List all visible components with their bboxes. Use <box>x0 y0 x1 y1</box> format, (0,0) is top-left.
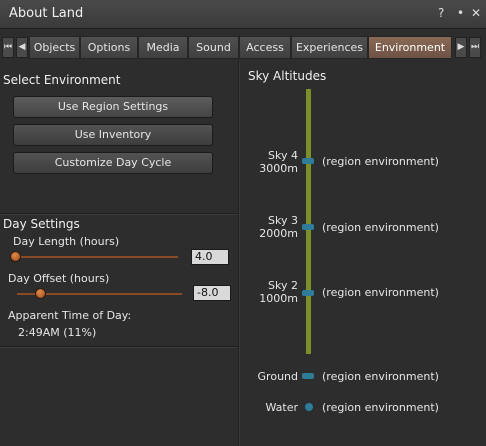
customize-day-cycle-button[interactable]: Customize Day Cycle <box>13 152 213 174</box>
tab-bar: ⏮ ◀ Objects Options Media Sound Access E… <box>0 35 486 60</box>
tab-environment[interactable]: Environment <box>368 36 452 59</box>
select-environment-title: Select Environment <box>3 73 121 87</box>
ground-marker[interactable] <box>302 373 314 379</box>
water-name: Water <box>265 401 298 414</box>
panel-vertical-divider <box>238 62 240 446</box>
sky3-altitude: 2000m <box>259 227 298 240</box>
tab-access[interactable]: Access <box>239 36 291 59</box>
apparent-time-label: Apparent Time of Day: <box>8 309 132 322</box>
tab-options[interactable]: Options <box>80 36 138 59</box>
sky4-environment: (region environment) <box>322 155 439 168</box>
environment-panel: Select Environment Use Region Settings U… <box>0 62 486 446</box>
ground-environment: (region environment) <box>322 370 439 383</box>
close-icon[interactable]: ✕ <box>471 6 481 20</box>
sky4-name: Sky 4 <box>268 149 298 162</box>
title-bar[interactable]: About Land ? • ✕ <box>0 0 486 29</box>
sky2-altitude: 1000m <box>259 292 298 305</box>
altitude-bar <box>306 89 311 354</box>
use-region-settings-button[interactable]: Use Region Settings <box>13 96 213 118</box>
day-settings-title: Day Settings <box>3 217 80 231</box>
section-divider <box>0 213 238 215</box>
use-inventory-button[interactable]: Use Inventory <box>13 124 213 146</box>
tab-sound[interactable]: Sound <box>188 36 239 59</box>
minimize-icon[interactable]: • <box>457 6 464 20</box>
day-offset-input[interactable]: -8.0 <box>193 285 231 301</box>
sky2-environment: (region environment) <box>322 286 439 299</box>
day-length-slider-track[interactable] <box>15 256 178 258</box>
tab-scroll-first-icon[interactable]: ⏮ <box>2 37 14 58</box>
day-offset-slider-handle[interactable] <box>35 288 46 299</box>
tab-experiences[interactable]: Experiences <box>291 36 368 59</box>
tab-scroll-right-icon[interactable]: ▶ <box>455 37 467 58</box>
day-length-input[interactable]: 4.0 <box>191 249 229 265</box>
sky3-environment: (region environment) <box>322 221 439 234</box>
day-offset-label: Day Offset (hours) <box>8 272 110 285</box>
sky4-marker[interactable] <box>302 158 314 164</box>
sky3-name: Sky 3 <box>268 214 298 227</box>
sky4-altitude: 3000m <box>259 162 298 175</box>
help-icon[interactable]: ? <box>438 6 444 20</box>
sky-altitudes-title: Sky Altitudes <box>248 69 327 83</box>
sky2-marker[interactable] <box>302 290 314 296</box>
tab-scroll-last-icon[interactable]: ⏭ <box>469 37 481 58</box>
sky3-marker[interactable] <box>302 224 314 230</box>
day-length-slider-handle[interactable] <box>10 251 21 262</box>
tab-media[interactable]: Media <box>138 36 188 59</box>
water-environment: (region environment) <box>322 401 439 414</box>
tab-scroll-left-icon[interactable]: ◀ <box>16 37 28 58</box>
sky2-name: Sky 2 <box>268 279 298 292</box>
apparent-time-value: 2:49AM (11%) <box>18 326 97 339</box>
ground-name: Ground <box>257 370 298 383</box>
window-title: About Land <box>9 6 84 21</box>
day-length-label: Day Length (hours) <box>13 235 120 248</box>
section-divider-2 <box>0 346 238 348</box>
tab-objects[interactable]: Objects <box>29 36 80 59</box>
water-marker[interactable] <box>305 403 313 411</box>
